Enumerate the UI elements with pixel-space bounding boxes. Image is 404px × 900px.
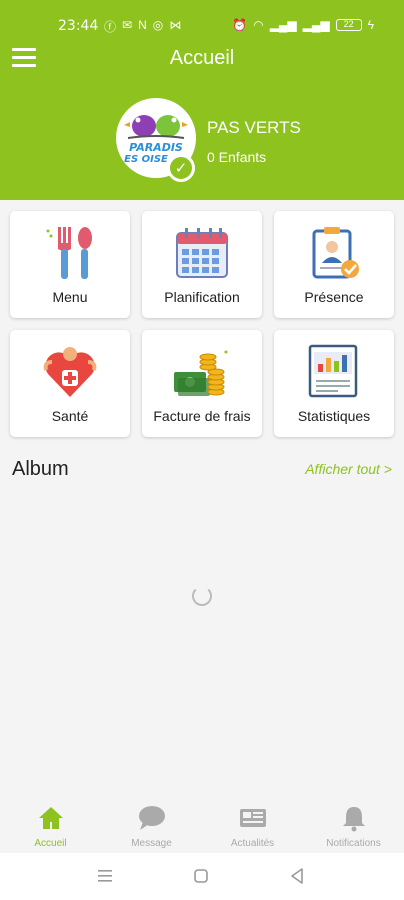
facebook-icon: ⓕ — [104, 20, 117, 34]
tile-menu[interactable]: Menu — [10, 211, 130, 318]
nav-item-accueil[interactable]: Accueil — [0, 798, 101, 853]
app-header: 23:44 ⓕ ✉ N ◎ ⋈ ⏰ ◠ ▂▄▆ ▂▄▆ 22 ϟ Accueil — [0, 0, 404, 200]
tile-label: Statistiques — [297, 408, 371, 424]
bell-icon — [343, 807, 365, 832]
signal-2-icon: ▂▄▆ — [302, 18, 330, 32]
tile-label: Santé — [51, 408, 89, 424]
nav-label: Accueil — [34, 838, 67, 849]
home-icon — [39, 807, 63, 829]
instagram-icon: ◎ — [152, 18, 164, 32]
tile-facture-de-frais[interactable]: Facture de frais — [142, 330, 262, 437]
tile-label: Planification — [164, 289, 240, 305]
verified-check-icon: ✓ — [167, 154, 195, 182]
news-icon — [240, 809, 266, 827]
child-count: 0 Enfants — [207, 149, 267, 165]
netflix-icon: N — [138, 18, 147, 32]
page-title: Accueil — [169, 47, 235, 69]
attendance-icon — [312, 227, 359, 279]
home-button-icon[interactable] — [190, 865, 212, 887]
gmail-icon: ⋈ — [169, 18, 182, 32]
alarm-icon: ⏰ — [232, 18, 248, 32]
loading-spinner-icon — [192, 586, 212, 606]
nav-label: Notifications — [326, 838, 381, 849]
calendar-icon — [176, 228, 228, 278]
nav-item-actualites[interactable]: Actualités — [202, 798, 303, 853]
wifi-icon: ◠ — [253, 18, 264, 32]
signal-icon: ▂▄▆ — [269, 18, 297, 32]
recents-menu-icon[interactable] — [94, 865, 116, 887]
nav-label: Message — [131, 838, 172, 849]
status-time: 23:44 — [58, 18, 99, 34]
tile-sante[interactable]: Santé — [10, 330, 130, 437]
charging-icon: ϟ — [367, 18, 374, 32]
stats-icon — [308, 344, 358, 398]
health-icon — [43, 347, 97, 397]
nav-item-message[interactable]: Message — [101, 798, 202, 853]
notification-icons: ⓕ ✉ N ◎ ⋈ — [104, 18, 181, 35]
child-avatar[interactable]: PARADIS ES OISE ✓ — [116, 98, 196, 182]
system-navigation-bar — [0, 853, 404, 900]
chat-icon — [139, 806, 165, 830]
utensils-icon — [46, 227, 92, 279]
child-name: PAS VERTS — [207, 118, 301, 137]
bottom-navigation: Accueil Message Actualités Notifications — [0, 798, 404, 853]
battery-icon: 22 — [335, 19, 362, 31]
system-icons: ⏰ ◠ ▂▄▆ ▂▄▆ 22 ϟ — [232, 18, 374, 32]
nav-item-notifications[interactable]: Notifications — [303, 798, 404, 853]
mail-icon: ✉ — [122, 18, 133, 32]
tile-label: Menu — [52, 289, 88, 305]
status-bar: 23:44 ⓕ ✉ N ◎ ⋈ ⏰ ◠ ▂▄▆ ▂▄▆ 22 ϟ — [0, 10, 404, 46]
album-title: Album — [12, 458, 69, 480]
tile-statistiques[interactable]: Statistiques — [274, 330, 394, 437]
svg-text:ES OISE: ES OISE — [124, 154, 168, 165]
nav-label: Actualités — [230, 838, 275, 849]
tile-planification[interactable]: Planification — [142, 211, 262, 318]
back-button-icon[interactable] — [286, 865, 308, 887]
tile-presence[interactable]: Présence — [274, 211, 394, 318]
tile-label: Facture de frais — [153, 408, 251, 424]
money-icon — [174, 350, 228, 396]
svg-text:PARADIS: PARADIS — [129, 141, 183, 154]
view-all-link[interactable]: Afficher tout > — [305, 461, 392, 477]
tile-label: Présence — [304, 289, 364, 305]
